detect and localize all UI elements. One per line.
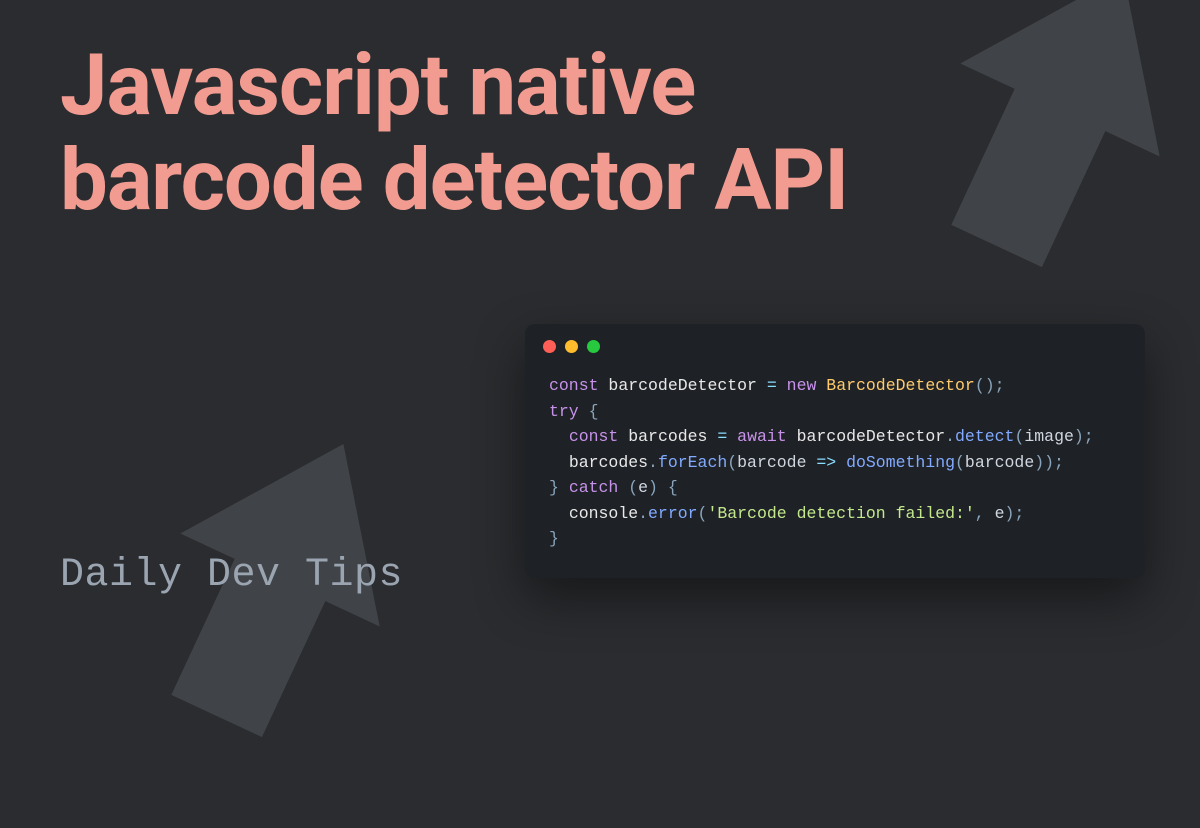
background-arrow-icon <box>817 0 1200 358</box>
footer-brand: Daily Dev Tips <box>60 553 403 598</box>
window-controls <box>525 324 1145 361</box>
window-close-dot <box>543 340 556 353</box>
code-content: const barcodeDetector = new BarcodeDetec… <box>525 361 1145 578</box>
code-snippet-window: const barcodeDetector = new BarcodeDetec… <box>525 324 1145 578</box>
title-line-1: Javascript native <box>60 35 695 135</box>
window-maximize-dot <box>587 340 600 353</box>
title-line-2: barcode detector API <box>60 130 848 230</box>
window-minimize-dot <box>565 340 578 353</box>
page-title: Javascript native barcode detector API <box>60 38 848 228</box>
